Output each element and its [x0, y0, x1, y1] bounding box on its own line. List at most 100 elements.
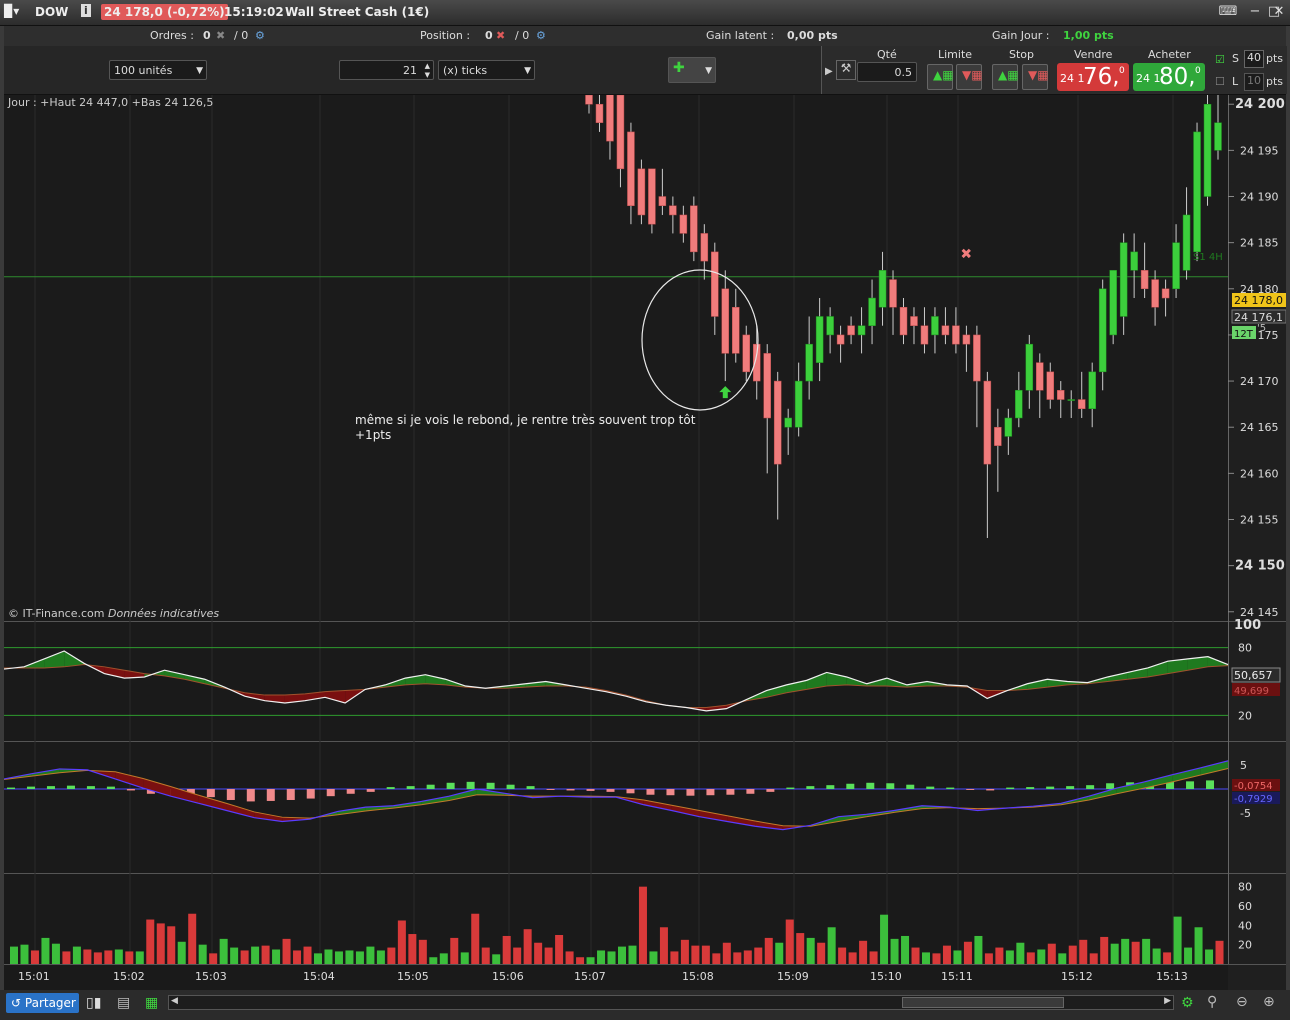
bearish-candle [994, 426, 1002, 446]
orders-settings-icon[interactable]: ⚙ [255, 29, 265, 42]
s-input[interactable]: 40 [1244, 50, 1264, 68]
keyboard-icon[interactable]: ⌨ [1218, 4, 1238, 20]
volume-bar [942, 945, 951, 964]
volume-bar [293, 950, 302, 964]
stop-buy-button[interactable]: ▲▦ [992, 64, 1019, 90]
scroll-thumb[interactable] [902, 997, 1064, 1008]
volume-bar [240, 950, 249, 964]
volume-bar [691, 945, 700, 964]
template-icon[interactable]: ▤ [117, 995, 130, 1011]
indicator-icon[interactable]: ▦ [145, 995, 158, 1011]
time-tick-label: 15:04 [303, 970, 335, 983]
macd-histogram-bar [966, 789, 975, 790]
macd-histogram-bar [306, 789, 315, 799]
s-checkbox-icon[interactable]: ☑ [1215, 53, 1225, 66]
l-input[interactable]: 10 [1244, 73, 1264, 91]
position-settings-icon[interactable]: ⚙ [536, 29, 546, 42]
volume-bar [743, 950, 752, 964]
units-value: 100 unités [114, 64, 173, 77]
bullish-candle [784, 417, 792, 428]
macd-histogram-bar [86, 786, 95, 789]
bullish-candle [1130, 251, 1138, 271]
candle-chart-icon[interactable]: ▉▾ [4, 4, 19, 18]
macd-histogram-bar [1206, 780, 1215, 789]
volume-bar [93, 952, 102, 964]
latent-gain-label: Gain latent : [706, 29, 775, 42]
macd-histogram-bar [386, 787, 395, 789]
annotation-line-2: +1pts [355, 428, 392, 442]
candle-style-icon[interactable]: ▯▮ [86, 995, 101, 1011]
minimize-icon[interactable]: − [1247, 4, 1263, 20]
volume-bar [1005, 950, 1014, 964]
qty-input[interactable]: 0.5 [857, 62, 917, 82]
position-value: 0 [485, 29, 493, 42]
bearish-candle [1057, 390, 1065, 400]
scroll-right-icon[interactable]: ▶ [1164, 996, 1171, 1006]
stepper-arrows-icon[interactable]: ▲ ▼ [425, 62, 430, 80]
volume-bar [387, 947, 396, 964]
volume-bar [618, 946, 626, 964]
limit-sell-button[interactable]: ▼▦ [956, 64, 983, 90]
chart-annotation[interactable]: même si je vois le rebond, je rentre trè… [355, 413, 695, 443]
volume-bar [198, 944, 207, 964]
bearish-candle [606, 95, 614, 142]
price-tick-label: 24 150 [1235, 559, 1285, 574]
macd-histogram-bar [406, 786, 415, 789]
chart-svg[interactable]: ✖ 24 20024 19524 19024 18524 18024 17524… [4, 95, 1286, 990]
zoom-out-icon[interactable]: ⊖ [1236, 994, 1248, 1010]
stop-sell-button[interactable]: ▼▦ [1022, 64, 1049, 90]
macd-histogram-bar [566, 789, 575, 791]
time-tick-label: 15:09 [777, 970, 809, 983]
share-button[interactable]: ↺ Partager [6, 993, 79, 1013]
chart-area[interactable]: ✖ 24 200 24 195 24 190 24 185 24 180 24 175 24… [4, 95, 1286, 990]
bullish-candle [794, 380, 803, 428]
horizontal-scrollbar[interactable]: ◀ ▶ [168, 995, 1174, 1010]
volume-bar [817, 942, 826, 964]
scroll-left-icon[interactable]: ◀ [171, 996, 178, 1006]
macd-histogram-bar [1006, 787, 1015, 789]
zoom-fit-icon[interactable]: ⚲ [1207, 994, 1217, 1010]
macd-histogram-bar [1086, 785, 1095, 789]
sell-button[interactable]: 24 1 76, 0 [1057, 63, 1129, 91]
volume-bar [1121, 938, 1130, 964]
volume-bar [586, 957, 595, 964]
macd-histogram-bar [766, 789, 775, 792]
zoom-in-icon[interactable]: ⊕ [1263, 994, 1275, 1010]
volume-bar [848, 952, 857, 964]
info-icon[interactable]: i [81, 4, 91, 17]
macd-histogram-bar [1026, 787, 1035, 789]
bullish-candle [1067, 399, 1075, 401]
orders-cancel-icon[interactable]: ✖ [216, 29, 225, 42]
l-checkbox-icon[interactable]: ☐ [1215, 75, 1225, 88]
macd-histogram-bar [666, 789, 675, 796]
volume-bar [209, 953, 218, 964]
chart-tools-button[interactable]: ✚ ▼ [668, 57, 716, 83]
units-select[interactable]: 100 unités ▼ [109, 60, 207, 80]
macd-histogram-bar [126, 789, 135, 791]
limit-buy-button[interactable]: ▲▦ [927, 64, 954, 90]
position-close-icon[interactable]: ✖ [496, 29, 505, 42]
bearish-candle [1046, 371, 1055, 400]
s-unit: pts [1266, 52, 1284, 65]
time-tick-label: 15:08 [682, 970, 714, 983]
bearish-candle [847, 325, 855, 336]
symbol-label[interactable]: DOW [35, 5, 68, 19]
close-icon[interactable]: ✕ [1272, 4, 1286, 20]
wrench-icon[interactable]: ⚒ [836, 60, 856, 80]
bullish-candle [878, 270, 887, 308]
chart-settings-icon[interactable]: ⚙ [1181, 995, 1194, 1011]
volume-bar [523, 929, 532, 964]
oscillator-tick-label: 100 [1234, 618, 1261, 633]
bearish-candle [763, 353, 771, 419]
collapse-arrow-icon[interactable]: ▶ [825, 66, 833, 77]
volume-bar [576, 957, 585, 964]
price-tick-label: 24 165 [1240, 421, 1279, 434]
ticks-unit-select[interactable]: (x) ticks ▼ [438, 60, 535, 80]
bearish-candle [700, 233, 709, 262]
macd-readout: -0,0754 [1234, 781, 1273, 792]
limit-sell-icon: ▼▦ [962, 68, 983, 82]
ticks-stepper[interactable]: 21 ▲ ▼ [339, 60, 434, 80]
chevron-down-icon: ▼ [196, 66, 203, 76]
bullish-candle [1193, 131, 1201, 253]
buy-button[interactable]: 24 1 80, 0 [1133, 63, 1205, 91]
